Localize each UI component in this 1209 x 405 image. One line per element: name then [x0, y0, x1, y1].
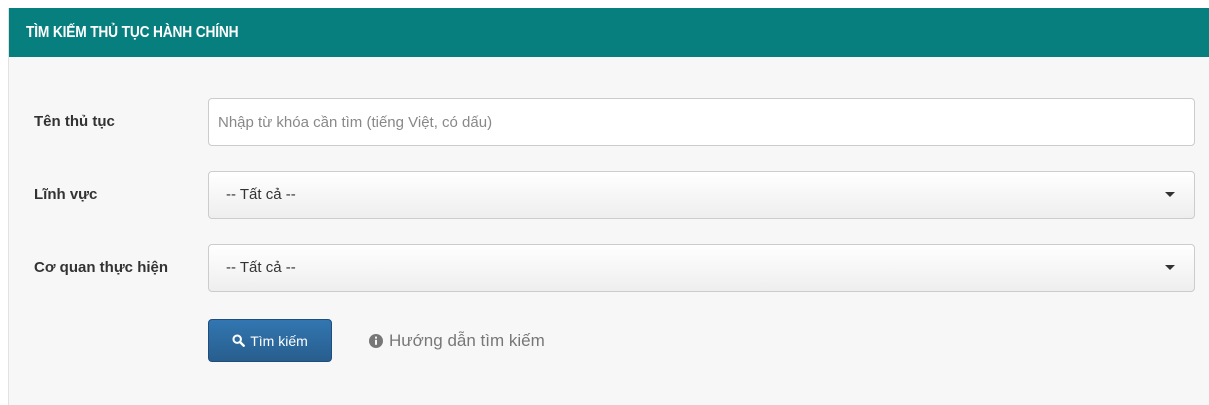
procedure-name-label: Tên thủ tục [34, 113, 115, 130]
field-label: Lĩnh vực [34, 186, 98, 203]
search-procedures-panel: TÌM KIẾM THỦ TỤC HÀNH CHÍNH Tên thủ tục … [8, 8, 1209, 405]
agency-select-value: -- Tất cả -- [226, 259, 296, 276]
caret-down-icon [1165, 265, 1175, 270]
search-icon [232, 334, 246, 347]
procedure-name-input[interactable] [208, 98, 1195, 146]
info-circle-icon [369, 333, 383, 348]
agency-select[interactable]: -- Tất cả -- [208, 244, 1195, 292]
procedure-name-row: Tên thủ tục [9, 98, 1209, 146]
search-button[interactable]: Tìm kiếm [208, 319, 332, 362]
search-button-label: Tìm kiếm [250, 332, 308, 349]
field-row: Lĩnh vực -- Tất cả -- [9, 171, 1209, 219]
panel-header: TÌM KIẾM THỦ TỤC HÀNH CHÍNH [9, 8, 1209, 57]
field-select[interactable]: -- Tất cả -- [208, 171, 1195, 219]
caret-down-icon [1165, 192, 1175, 197]
agency-row: Cơ quan thực hiện -- Tất cả -- [9, 244, 1209, 292]
agency-label: Cơ quan thực hiện [34, 259, 169, 276]
search-guide-link[interactable]: Hướng dẫn tìm kiếm [369, 319, 545, 362]
panel-title: TÌM KIẾM THỦ TỤC HÀNH CHÍNH [26, 23, 239, 41]
field-select-value: -- Tất cả -- [226, 186, 296, 203]
search-guide-label: Hướng dẫn tìm kiếm [389, 330, 545, 350]
